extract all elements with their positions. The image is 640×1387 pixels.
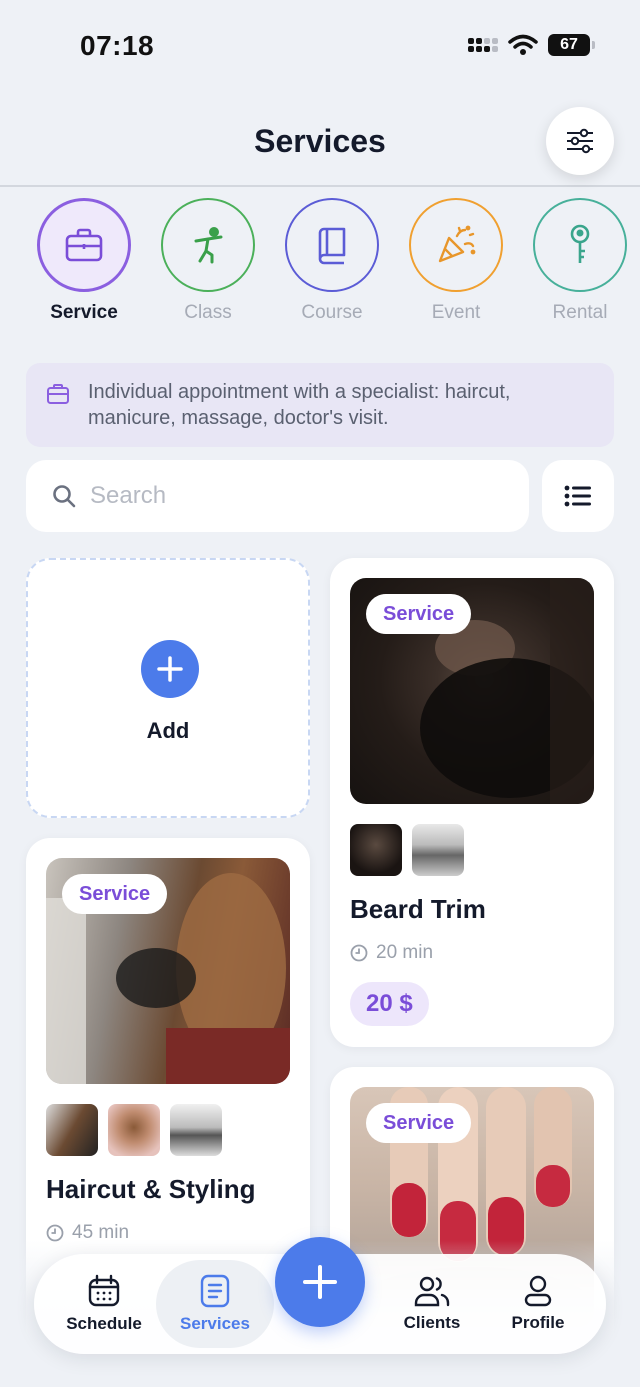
- type-event-ring: [409, 198, 503, 292]
- type-course-ring: [285, 198, 379, 292]
- tab-profile[interactable]: Profile: [490, 1254, 586, 1354]
- tab-services[interactable]: Services: [156, 1260, 274, 1348]
- type-label: Course: [301, 302, 363, 323]
- type-label: Rental: [552, 302, 608, 323]
- duration-text: 20 min: [376, 942, 434, 963]
- cellular-signal-icon: [468, 38, 498, 52]
- type-description-text: Individual appointment with a specialist…: [88, 381, 511, 429]
- service-photo: Service: [350, 578, 594, 804]
- battery-icon: 67: [548, 34, 595, 56]
- thumbnail-image[interactable]: [46, 1104, 98, 1156]
- page-title: Services: [254, 123, 386, 159]
- service-badge: Service: [62, 874, 168, 914]
- filter-button[interactable]: [546, 107, 614, 175]
- search-input[interactable]: [90, 460, 510, 532]
- sliders-icon: [567, 128, 593, 154]
- service-title: Haircut & Styling: [46, 1174, 256, 1204]
- type-course[interactable]: Course: [284, 198, 380, 324]
- service-card-beard-trim[interactable]: Service Beard Trim 20 min 20 $: [330, 558, 614, 1047]
- add-service-card[interactable]: Add: [26, 558, 310, 818]
- type-rental-ring: [533, 198, 627, 292]
- price-badge: 20 $: [350, 982, 429, 1026]
- document-list-icon: [200, 1274, 230, 1308]
- search-box: [26, 460, 529, 532]
- type-rental[interactable]: Rental: [532, 198, 628, 324]
- service-photo: Service: [46, 858, 290, 1084]
- party-popper-icon: [438, 225, 476, 263]
- clock-icon: [350, 944, 368, 962]
- status-icons: 67: [468, 34, 595, 56]
- briefcase-icon: [65, 228, 103, 262]
- thumbnail-image[interactable]: [350, 824, 402, 876]
- calendar-icon: [88, 1274, 120, 1307]
- tab-label: Schedule: [66, 1314, 142, 1333]
- status-bar: 07:18 67: [0, 0, 640, 90]
- service-title: Beard Trim: [350, 894, 486, 924]
- user-icon: [524, 1275, 552, 1307]
- type-label: Class: [184, 302, 232, 323]
- header: Services: [0, 95, 640, 187]
- type-event[interactable]: Event: [408, 198, 504, 324]
- plus-icon: [141, 640, 199, 698]
- type-label: Event: [431, 302, 481, 323]
- wifi-icon: [508, 34, 538, 55]
- service-type-selector: Service Class Course Event Rental: [36, 198, 640, 328]
- type-description: Individual appointment with a specialist…: [26, 363, 614, 447]
- thumbnail-image[interactable]: [412, 824, 464, 876]
- type-class[interactable]: Class: [160, 198, 256, 324]
- book-icon: [318, 227, 346, 265]
- list-icon: [564, 485, 591, 507]
- users-icon: [414, 1276, 450, 1307]
- thumbnail-image[interactable]: [170, 1104, 222, 1156]
- thumbnail-image[interactable]: [108, 1104, 160, 1156]
- type-service[interactable]: Service: [36, 198, 132, 324]
- service-badge: Service: [366, 594, 472, 634]
- search-icon: [53, 485, 76, 508]
- plus-icon: [303, 1265, 337, 1299]
- key-icon: [570, 224, 590, 263]
- gallery-thumbnails: [46, 1104, 222, 1156]
- tab-label: Clients: [403, 1313, 461, 1332]
- briefcase-icon: [47, 384, 69, 404]
- service-badge: Service: [366, 1103, 472, 1143]
- gallery-thumbnails: [350, 824, 464, 876]
- type-class-ring: [161, 198, 255, 292]
- tab-label: Profile: [511, 1313, 565, 1332]
- tab-clients[interactable]: Clients: [382, 1254, 482, 1354]
- type-service-ring: [37, 198, 131, 292]
- service-duration: 20 min: [350, 942, 433, 964]
- create-fab-button[interactable]: [275, 1237, 365, 1327]
- status-time: 07:18: [80, 30, 155, 61]
- martial-arts-icon: [194, 227, 223, 264]
- list-view-button[interactable]: [542, 460, 614, 532]
- add-label: Add: [146, 718, 190, 743]
- tab-label: Services: [180, 1314, 250, 1333]
- tab-schedule[interactable]: Schedule: [52, 1254, 156, 1354]
- type-label: Service: [50, 302, 118, 323]
